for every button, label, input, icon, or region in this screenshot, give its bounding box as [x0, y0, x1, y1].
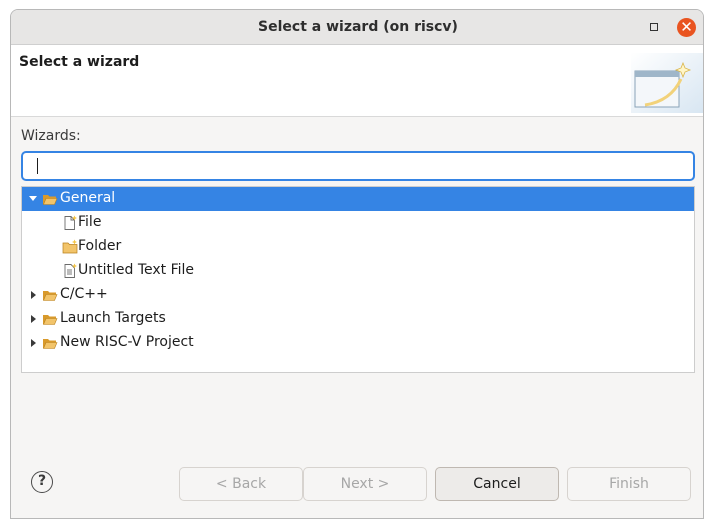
chevron-down-icon[interactable] — [28, 187, 38, 211]
new-folder-icon — [62, 239, 78, 254]
back-button[interactable]: < Back — [179, 467, 303, 501]
cancel-button[interactable]: Cancel — [435, 467, 559, 501]
tree-item-c-cpp[interactable]: C/C++ — [22, 283, 694, 307]
tree-item-general[interactable]: General — [22, 187, 694, 211]
chevron-right-icon[interactable] — [28, 283, 38, 307]
wizard-filter-input[interactable] — [21, 151, 695, 181]
wizard-tree[interactable]: General File Folder Untitled Text File C… — [21, 186, 695, 373]
tree-item-label: New RISC-V Project — [60, 334, 194, 350]
tree-item-label: File — [78, 214, 102, 230]
wizard-dialog: Select a wizard (on riscv) ✕ Select a wi… — [10, 9, 704, 519]
close-icon[interactable]: ✕ — [677, 18, 696, 37]
window-title: Select a wizard (on riscv) — [258, 19, 458, 35]
maximize-icon[interactable] — [648, 21, 660, 33]
wizards-label: Wizards: — [21, 128, 81, 144]
new-file-icon — [64, 215, 77, 230]
tree-item-launch-targets[interactable]: Launch Targets — [22, 307, 694, 331]
title-bar: Select a wizard (on riscv) ✕ — [11, 10, 703, 45]
tree-item-label: Untitled Text File — [78, 262, 195, 278]
tree-item-untitled-text-file[interactable]: Untitled Text File — [22, 259, 694, 283]
finish-button[interactable]: Finish — [567, 467, 691, 501]
tree-item-folder[interactable]: Folder — [22, 235, 694, 259]
wizard-banner-icon — [631, 53, 703, 113]
tree-item-label: C/C++ — [60, 286, 108, 302]
tree-item-label: General — [60, 190, 116, 206]
folder-icon — [43, 339, 58, 349]
wizard-header: Select a wizard — [11, 45, 703, 117]
help-button[interactable]: ? — [31, 471, 53, 493]
folder-icon — [43, 315, 58, 325]
folder-open-icon — [43, 195, 58, 205]
page-title: Select a wizard — [19, 54, 140, 70]
tree-item-label: Launch Targets — [60, 310, 166, 326]
next-button[interactable]: Next > — [303, 467, 427, 501]
chevron-right-icon[interactable] — [28, 331, 38, 355]
tree-item-file[interactable]: File — [22, 211, 694, 235]
folder-icon — [43, 291, 58, 301]
chevron-right-icon[interactable] — [28, 307, 38, 331]
tree-item-new-riscv-project[interactable]: New RISC-V Project — [22, 331, 694, 355]
new-text-file-icon — [64, 263, 77, 278]
text-caret — [37, 158, 38, 174]
tree-item-label: Folder — [78, 238, 122, 254]
